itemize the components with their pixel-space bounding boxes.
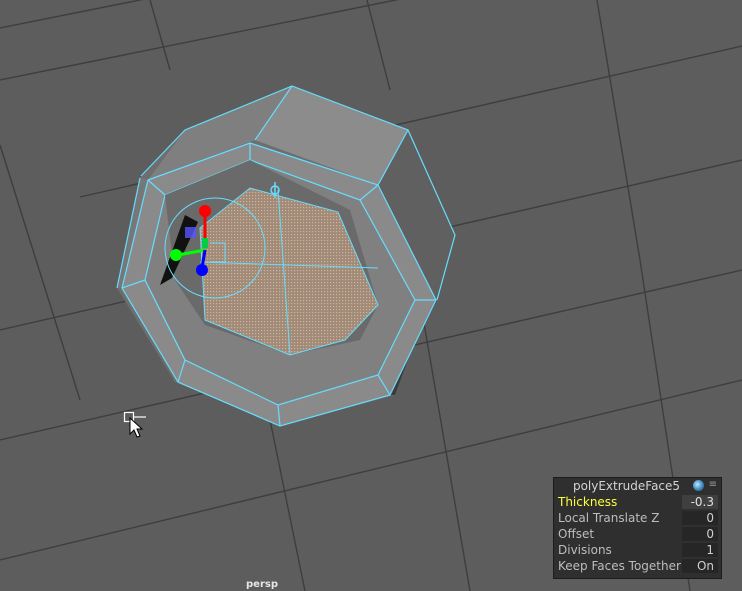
attribute-row-keep-faces-together[interactable]: Keep Faces Together On xyxy=(554,558,721,574)
attribute-value-field[interactable]: 1 xyxy=(682,543,718,557)
attribute-label: Keep Faces Together xyxy=(558,559,681,573)
in-view-editor[interactable]: polyExtrudeFace5 ≡ Thickness -0.3 Local … xyxy=(553,477,722,579)
manipulator-z-handle[interactable] xyxy=(196,264,208,276)
attribute-row-thickness[interactable]: Thickness -0.3 xyxy=(554,494,721,510)
manipulator-x-handle[interactable] xyxy=(199,205,211,217)
manipulator-y-handle[interactable] xyxy=(170,249,182,261)
perspective-viewport[interactable]: persp polyExtrudeFace5 ≡ Thickness -0.3 … xyxy=(0,0,742,591)
attribute-value-field[interactable]: -0.3 xyxy=(682,495,718,509)
node-name[interactable]: polyExtrudeFace5 xyxy=(554,479,699,493)
attribute-row-divisions[interactable]: Divisions 1 xyxy=(554,542,721,558)
attribute-row-local-translate-z[interactable]: Local Translate Z 0 xyxy=(554,510,721,526)
manipulator-z-plane[interactable] xyxy=(185,227,196,238)
in-view-editor-header[interactable]: polyExtrudeFace5 ≡ xyxy=(554,478,721,494)
attribute-label: Divisions xyxy=(558,543,612,557)
menu-icon[interactable]: ≡ xyxy=(709,478,717,492)
globe-icon[interactable] xyxy=(693,480,704,491)
attribute-label: Local Translate Z xyxy=(558,511,660,525)
attribute-value-field[interactable]: On xyxy=(682,559,718,573)
attribute-value-field[interactable]: 0 xyxy=(682,511,718,525)
attribute-label: Thickness xyxy=(558,495,618,509)
attribute-row-offset[interactable]: Offset 0 xyxy=(554,526,721,542)
camera-label: persp xyxy=(246,579,278,590)
attribute-label: Offset xyxy=(558,527,595,541)
attribute-value-field[interactable]: 0 xyxy=(682,527,718,541)
